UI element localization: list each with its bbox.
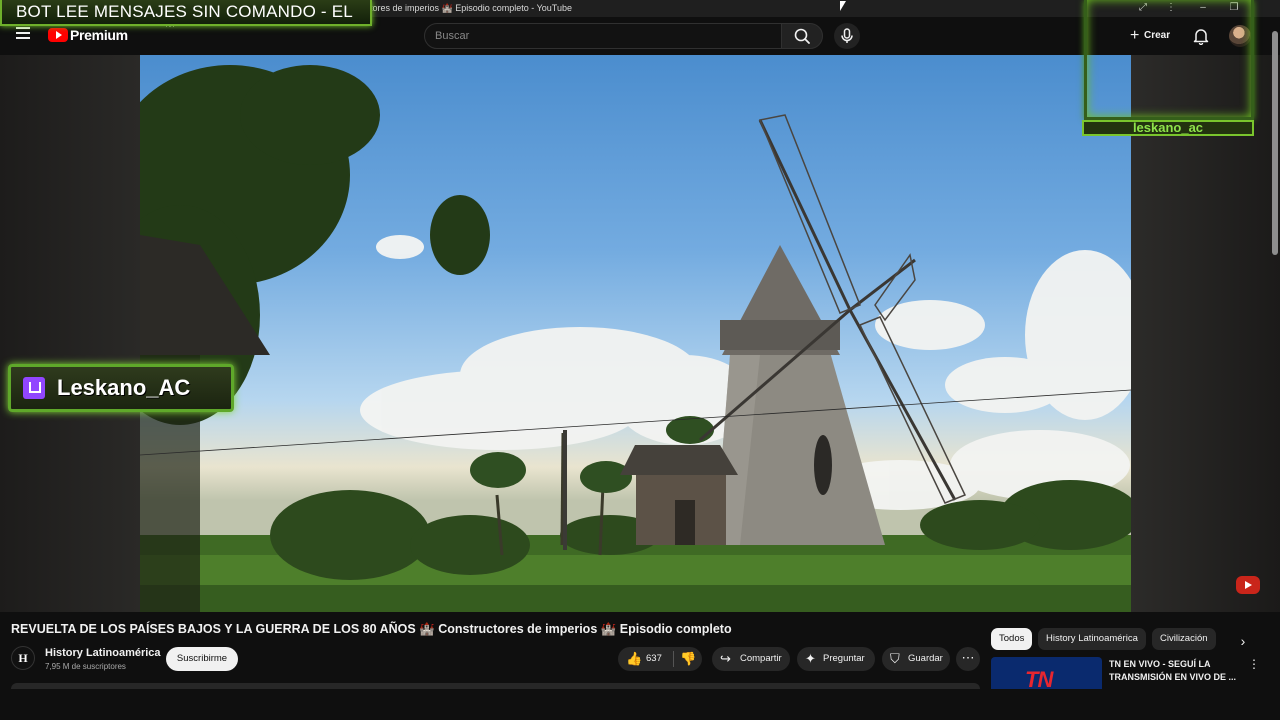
twitch-username: Leskano_AC bbox=[57, 375, 191, 400]
video-title: REVUELTA DE LOS PAÍSES BAJOS Y LA GUERRA… bbox=[11, 622, 732, 636]
search-input[interactable] bbox=[425, 24, 781, 48]
stream-overlay-left-panel bbox=[0, 55, 140, 612]
subscriber-count: 7,95 M de suscriptores bbox=[45, 662, 126, 671]
like-dislike-group: 👍 637 👎 bbox=[618, 647, 702, 671]
chip-todos[interactable]: Todos bbox=[991, 628, 1033, 650]
description-box[interactable] bbox=[11, 683, 980, 689]
like-divider bbox=[673, 651, 674, 667]
more-actions-button[interactable]: ⋯ bbox=[956, 647, 980, 671]
sparkle-icon: ✦ bbox=[805, 651, 816, 666]
webcam-border bbox=[1084, 0, 1254, 120]
webcam-frame: leskano_ac bbox=[1066, 0, 1270, 140]
chip-civilizacion[interactable]: Civilización bbox=[1152, 628, 1216, 650]
kebab-menu-icon[interactable]: ⋮ bbox=[1248, 657, 1260, 671]
share-label: Compartir bbox=[740, 653, 782, 664]
related-video-title[interactable]: TN EN VIVO - SEGUÍ LA TRANSMISIÓN EN VIV… bbox=[1109, 658, 1239, 684]
ticker-text: BOT LEE MENSAJES SIN COMANDO - EL bbox=[16, 2, 353, 21]
twitch-icon bbox=[23, 377, 45, 399]
bookmark-icon: ⛉ bbox=[890, 651, 900, 666]
channel-name[interactable]: History Latinoamérica bbox=[45, 647, 161, 659]
channel-avatar[interactable]: H bbox=[11, 646, 35, 670]
youtube-play-icon bbox=[48, 28, 68, 42]
webcam-nameplate: leskano_ac bbox=[1082, 120, 1254, 136]
share-button[interactable]: ↪ Compartir bbox=[712, 647, 790, 671]
subscribe-button[interactable]: Suscribirme bbox=[166, 647, 238, 671]
ask-button[interactable]: ✦ Preguntar bbox=[797, 647, 875, 671]
voice-search-button[interactable] bbox=[834, 23, 860, 49]
tn-logo: TN bbox=[1025, 667, 1053, 689]
windmill-scene bbox=[140, 65, 1131, 612]
twitch-handle-overlay: Leskano_AC bbox=[8, 364, 234, 412]
search-button[interactable] bbox=[781, 23, 823, 49]
thumbs-down-icon[interactable]: 👎 bbox=[680, 647, 696, 671]
save-button[interactable]: ⛉ Guardar bbox=[882, 647, 950, 671]
stream-ticker-banner: BOT LEE MENSAJES SIN COMANDO - EL bbox=[0, 0, 372, 26]
share-arrow-icon: ↪ bbox=[720, 651, 731, 666]
scrollbar-thumb[interactable] bbox=[1272, 31, 1278, 255]
browser-window: tores de imperios 🏰 Episodio completo - … bbox=[0, 0, 1280, 720]
search-box bbox=[424, 23, 782, 49]
thumbs-up-icon[interactable]: 👍 bbox=[626, 647, 642, 671]
chevron-right-icon[interactable]: › bbox=[1234, 632, 1252, 650]
chip-history-latinoamerica[interactable]: History Latinoamérica bbox=[1038, 628, 1146, 650]
channel-watermark-icon[interactable] bbox=[1236, 576, 1260, 594]
mouse-cursor bbox=[840, 1, 846, 11]
logo-text: Premium bbox=[70, 27, 128, 43]
search-icon bbox=[794, 28, 810, 44]
page-scrollbar[interactable] bbox=[1270, 17, 1280, 720]
hamburger-menu-icon[interactable] bbox=[16, 27, 32, 43]
related-video-thumbnail[interactable]: TN bbox=[991, 657, 1102, 689]
save-label: Guardar bbox=[908, 653, 943, 664]
video-frame[interactable] bbox=[140, 55, 1131, 612]
microphone-icon bbox=[841, 28, 853, 43]
like-count[interactable]: 637 bbox=[646, 647, 662, 671]
ask-label: Preguntar bbox=[823, 653, 865, 664]
window-title: tores de imperios 🏰 Episodio completo - … bbox=[370, 3, 572, 13]
